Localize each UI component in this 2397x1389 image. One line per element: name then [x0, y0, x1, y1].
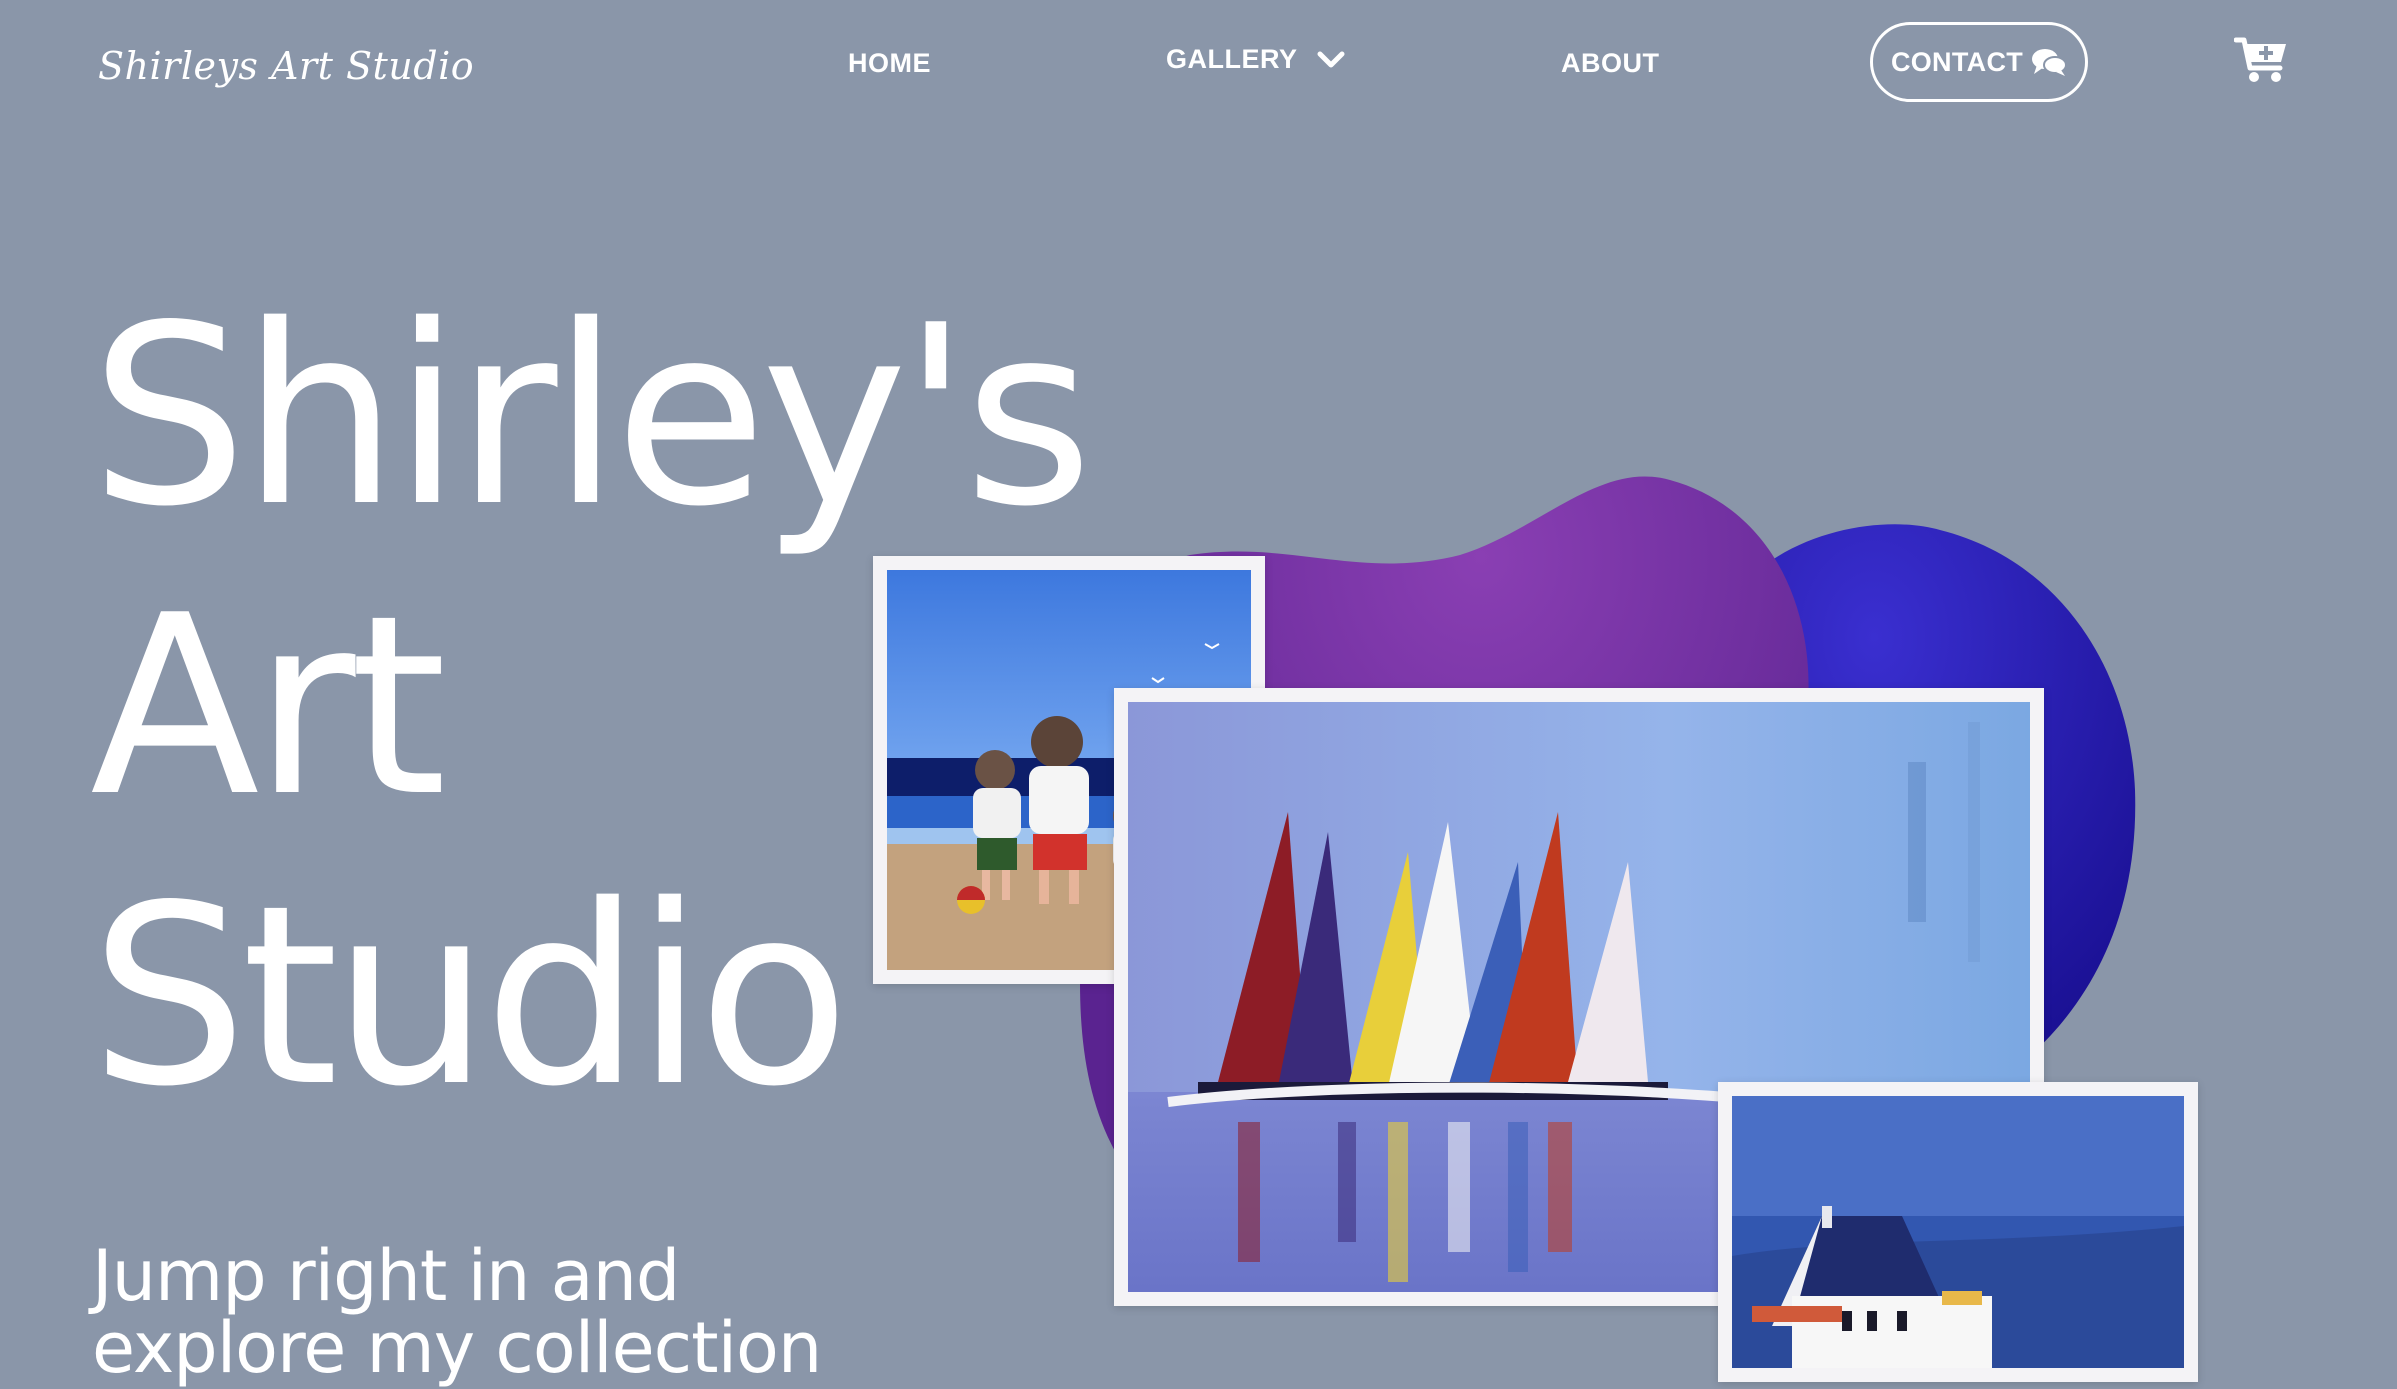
nav-gallery[interactable]: GALLERY: [1166, 44, 1346, 75]
hero-subtitle: Jump right in and explore my collection: [92, 1235, 822, 1389]
cottage-painting: [1732, 1096, 2184, 1368]
contact-button[interactable]: CONTACT: [1870, 22, 2088, 102]
brand-logo[interactable]: Shirleys Art Studio: [98, 44, 474, 88]
nav-gallery-label: GALLERY: [1166, 44, 1298, 74]
gallery-image-cottage[interactable]: [1718, 1082, 2198, 1382]
nav-home[interactable]: HOME: [848, 48, 931, 79]
nav-about[interactable]: ABOUT: [1561, 48, 1660, 79]
chat-bubbles-icon: [2032, 49, 2068, 76]
hero-subtitle-line-1: Jump right in and: [92, 1235, 680, 1317]
hero-subtitle-line-2: explore my collection: [92, 1307, 822, 1389]
cart-add-icon[interactable]: [2234, 34, 2290, 84]
chevron-down-icon: [1317, 51, 1344, 67]
contact-label: CONTACT: [1890, 46, 2024, 77]
hero-title-line-1: Shirley's: [90, 273, 1093, 561]
